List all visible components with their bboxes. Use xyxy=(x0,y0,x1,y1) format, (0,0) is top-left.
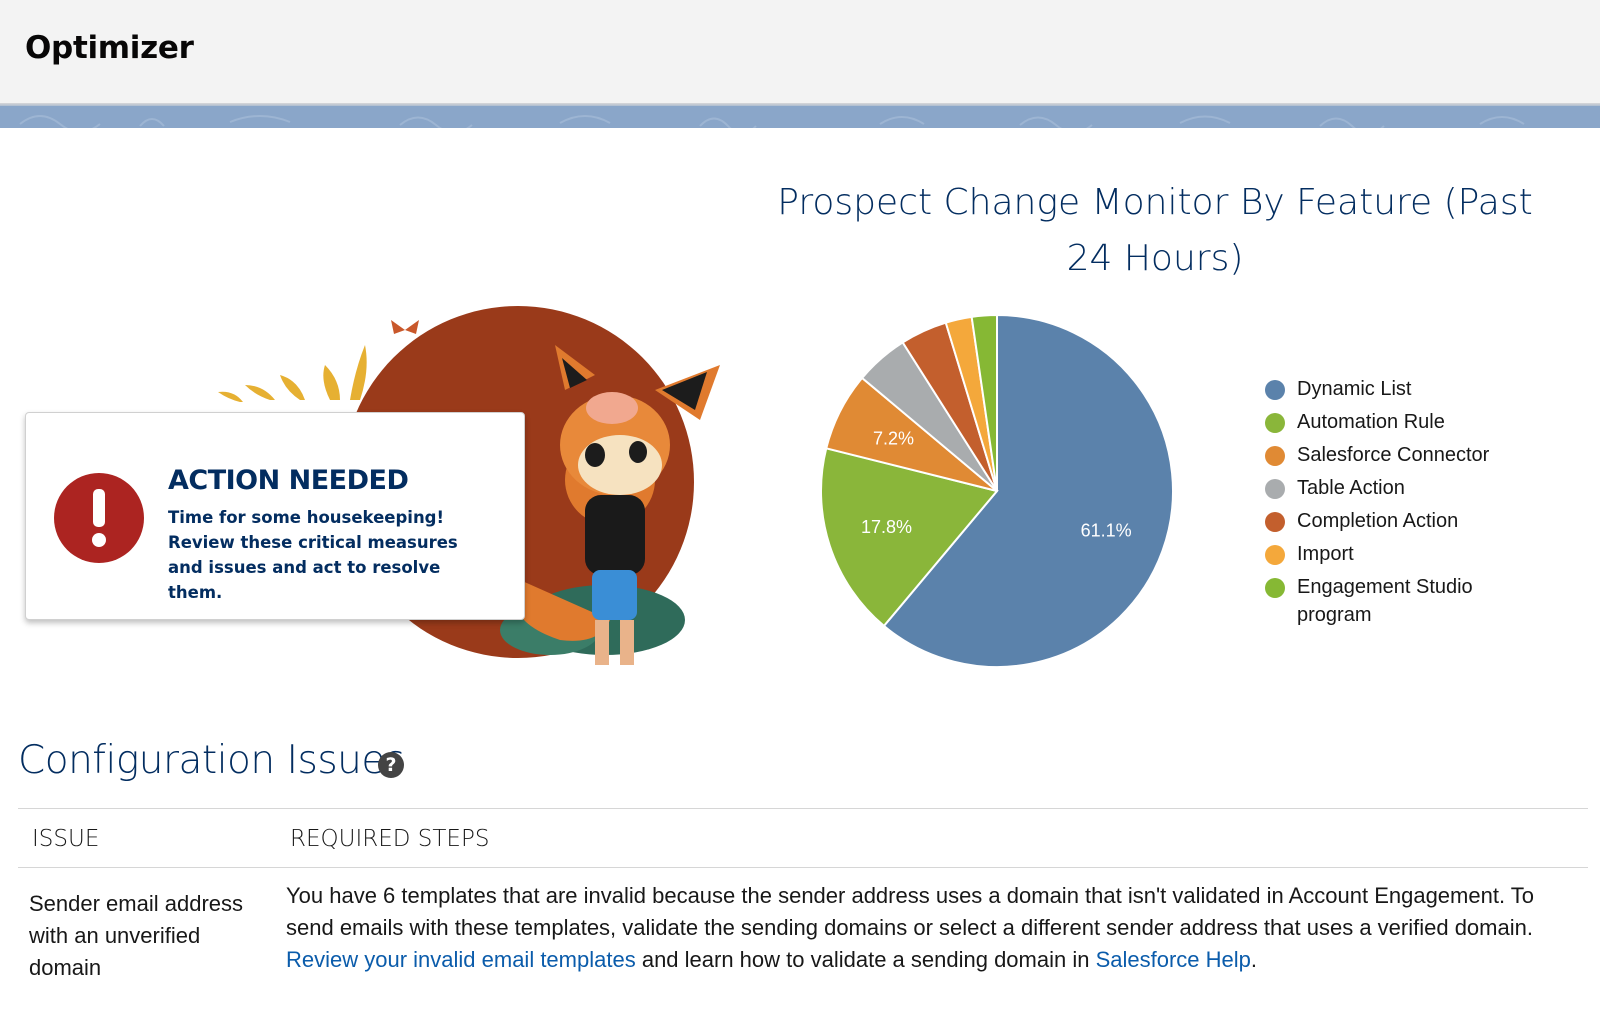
app-title: Optimizer xyxy=(25,30,194,66)
pie-data-label: 7.2% xyxy=(873,428,914,448)
legend-swatch-icon xyxy=(1265,578,1285,598)
legend-item[interactable]: Salesforce Connector xyxy=(1265,441,1527,469)
steps-text: You have 6 templates that are invalid be… xyxy=(286,883,1535,940)
table-header-row: ISSUE REQUIRED STEPS xyxy=(18,808,1588,868)
decorative-banner xyxy=(0,106,1600,128)
review-invalid-templates-link[interactable]: Review your invalid email templates xyxy=(286,947,636,972)
pie-data-label: 17.8% xyxy=(861,517,912,537)
legend-swatch-icon xyxy=(1265,446,1285,466)
table-row: Sender email address with an unverified … xyxy=(18,868,1588,1028)
action-needed-card: ACTION NEEDED Time for some housekeeping… xyxy=(25,412,525,620)
action-needed-text: Time for some housekeeping! Review these… xyxy=(168,508,458,602)
issue-cell: Sender email address with an unverified … xyxy=(29,891,244,980)
steps-text: and learn how to validate a sending doma… xyxy=(641,947,1090,972)
configuration-issues-table: ISSUE REQUIRED STEPS Sender email addres… xyxy=(18,808,1588,1028)
action-needed-heading: ACTION NEEDED xyxy=(168,465,409,496)
question-circle-icon[interactable]: ? xyxy=(378,752,404,778)
chart-title: Prospect Change Monitor By Feature (Past… xyxy=(777,182,1533,279)
column-header-required-steps: REQUIRED STEPS xyxy=(290,826,490,852)
legend-swatch-icon xyxy=(1265,479,1285,499)
legend-item[interactable]: Dynamic List xyxy=(1265,375,1527,403)
required-steps-cell: You have 6 templates that are invalid be… xyxy=(286,880,1576,976)
alert-icon xyxy=(54,473,144,563)
steps-text: . xyxy=(1250,947,1258,972)
legend-swatch-icon xyxy=(1265,512,1285,532)
legend-item[interactable]: Completion Action xyxy=(1265,507,1527,535)
legend-label: Completion Action xyxy=(1297,510,1459,532)
legend-item[interactable]: Import xyxy=(1265,540,1527,568)
column-header-issue: ISSUE xyxy=(32,826,100,852)
legend-swatch-icon xyxy=(1265,545,1285,565)
legend-swatch-icon xyxy=(1265,380,1285,400)
configuration-issues-title: Configuration Issues xyxy=(18,738,405,783)
legend-label: Automation Rule xyxy=(1297,411,1445,433)
legend-swatch-icon xyxy=(1265,413,1285,433)
legend-label: Salesforce Connector xyxy=(1297,444,1490,466)
banner-pattern xyxy=(19,115,1525,128)
legend-label: Import xyxy=(1297,543,1354,565)
legend-item[interactable]: Table Action xyxy=(1265,474,1527,502)
pie-data-label: 61.1% xyxy=(1081,521,1132,541)
legend-label: Table Action xyxy=(1297,477,1405,499)
pie-chart: 61.1% 17.8% 7.2% xyxy=(820,315,1174,668)
chart-legend: Dynamic List Automation Rule Salesforce Co… xyxy=(1265,375,1527,634)
legend-label: Engagement Studio program xyxy=(1297,576,1473,626)
legend-item[interactable]: Engagement Studio program xyxy=(1265,573,1527,629)
app-header: Optimizer xyxy=(0,0,1600,106)
salesforce-help-link[interactable]: Salesforce Help xyxy=(1096,947,1251,972)
legend-item[interactable]: Automation Rule xyxy=(1265,408,1527,436)
legend-label: Dynamic List xyxy=(1297,378,1412,400)
